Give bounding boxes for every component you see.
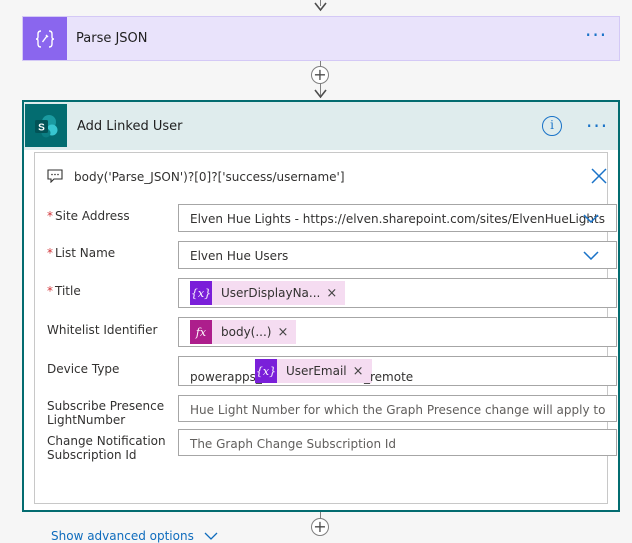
change-notification-placeholder: The Graph Change Subscription Id <box>190 437 397 451</box>
dynamic-content-token[interactable]: {x} UserDisplayNa... × <box>190 281 346 305</box>
title-field[interactable]: {x} UserDisplayNa... × <box>178 278 617 308</box>
parse-json-title: Parse JSON <box>76 31 148 46</box>
close-icon[interactable] <box>590 167 608 185</box>
device-type-field[interactable]: powerapps_ {x} UserEmail × _remote <box>178 356 617 386</box>
chevron-down-icon <box>583 214 599 223</box>
change-notification-label: Change Notification Subscription Id <box>47 434 166 462</box>
title-label: * Title <box>47 284 81 298</box>
expression-icon: fx <box>190 320 212 344</box>
site-address-label: * Site Address <box>47 209 130 223</box>
list-name-label: * List Name <box>47 246 116 260</box>
subscribe-presence-label: Subscribe Presence LightNumber <box>47 399 165 427</box>
add-linked-user-action-card: S Add Linked User i ··· body('Parse_JSON… <box>22 100 620 543</box>
list-name-dropdown[interactable]: Elven Hue Users <box>178 241 617 269</box>
remove-token-button[interactable]: × <box>277 325 296 340</box>
change-notification-input[interactable]: The Graph Change Subscription Id <box>178 429 617 456</box>
comment-icon <box>47 169 63 183</box>
action-title: Add Linked User <box>77 119 183 134</box>
sharepoint-icon: S <box>25 104 67 147</box>
subscribe-presence-input[interactable]: Hue Light Number for which the Graph Pre… <box>178 395 617 422</box>
site-address-dropdown[interactable]: Elven Hue Lights - https://elven.sharepo… <box>178 204 617 232</box>
chevron-down-icon <box>204 532 218 540</box>
insert-step-button[interactable]: + <box>311 66 329 84</box>
expression-token[interactable]: fx body(...) × <box>190 320 297 344</box>
dynamic-content-token[interactable]: {x} UserEmail × <box>255 359 372 383</box>
insert-step-button[interactable]: + <box>311 518 329 536</box>
subscribe-presence-placeholder: Hue Light Number for which the Graph Pre… <box>190 403 606 417</box>
parse-json-more-button[interactable]: ··· <box>585 25 607 45</box>
whitelist-identifier-field[interactable]: fx body(...) × <box>178 317 617 347</box>
svg-text:S: S <box>38 122 45 133</box>
device-type-prefix: powerapps_ <box>190 370 262 384</box>
variable-icon: {x} <box>255 359 277 383</box>
list-name-value: Elven Hue Users <box>190 249 289 263</box>
chevron-down-icon <box>583 251 599 260</box>
device-type-label: Device Type <box>47 362 120 376</box>
action-header[interactable]: S Add Linked User i ··· <box>24 102 618 150</box>
arrow-down-icon <box>314 89 327 99</box>
parse-json-action-card[interactable]: Parse JSON ··· <box>22 16 620 61</box>
show-advanced-options-link[interactable]: Show advanced options <box>51 529 218 543</box>
variable-icon: {x} <box>190 281 212 305</box>
action-more-button[interactable]: ··· <box>586 116 608 136</box>
foreach-expression: body('Parse_JSON')?[0]?['success/usernam… <box>74 170 345 184</box>
info-button[interactable]: i <box>542 116 562 136</box>
arrow-down-icon <box>314 2 327 12</box>
foreach-input-panel: body('Parse_JSON')?[0]?['success/usernam… <box>34 152 617 543</box>
site-address-value: Elven Hue Lights - https://elven.sharepo… <box>190 212 605 226</box>
braces-icon <box>23 17 67 60</box>
whitelist-identifier-label: Whitelist Identifier <box>47 323 158 337</box>
remove-token-button[interactable]: × <box>326 286 345 301</box>
device-type-suffix: _remote <box>364 370 414 384</box>
